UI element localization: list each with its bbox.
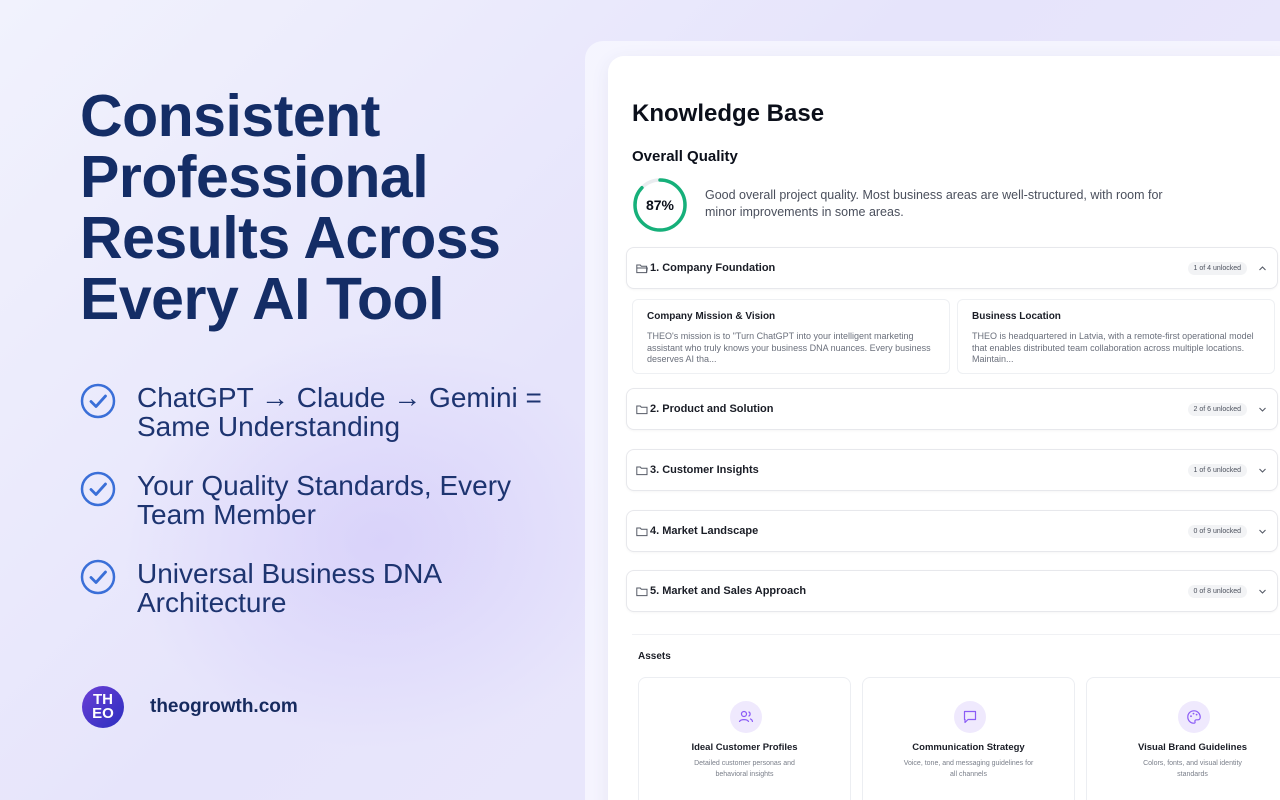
folder-icon [636,527,648,537]
hero-title: Consistent Professional Results Across E… [80,83,501,332]
section-title: 1. Company Foundation [650,262,776,274]
chevron-down-icon[interactable] [1258,405,1267,414]
asset-title: Visual Brand Guidelines [1137,742,1248,753]
section-title: 4. Market Landscape [650,525,759,537]
card-body: THEO is headquartered in Latvia, with a … [972,331,1254,364]
brand-logo: TH EO [82,686,124,728]
logo-line-2: EO [92,705,114,722]
chevron-up-icon[interactable] [1258,264,1267,273]
card-business-location[interactable]: Business Location THEO is headquartered … [957,299,1275,374]
feature-text: Your Quality Standards, Every Team Membe… [137,470,512,530]
check-circle-icon [80,471,116,507]
asset-visual-brand-guidelines[interactable]: Visual Brand Guidelines Colors, fonts, a… [1086,677,1280,800]
brand: TH EO theogrowth.com [82,686,298,728]
folder-open-icon [636,264,648,274]
quality-description: Good overall project quality. Most busin… [705,188,1163,219]
unlock-badge: 0 of 9 unlocked [1187,525,1247,538]
unlock-badge: 1 of 4 unlocked [1187,262,1247,275]
unlock-badge: 1 of 6 unlocked [1187,464,1247,477]
page-title: Knowledge Base [632,100,825,127]
card-title: Business Location [972,311,1061,322]
asset-communication-strategy[interactable]: Communication Strategy Voice, tone, and … [862,677,1075,800]
knowledge-base-panel: Knowledge Base Overall Quality 87% Good … [608,56,1280,800]
section-market-landscape[interactable]: 4. Market Landscape 0 of 9 unlocked [626,510,1278,552]
assets-title: Assets [638,651,671,662]
folder-icon [636,587,648,597]
asset-title: Communication Strategy [912,742,1025,753]
asset-description: Colors, fonts, and visual identity stand… [1143,760,1242,778]
palette-icon [1187,710,1201,724]
section-product-solution[interactable]: 2. Product and Solution 2 of 6 unlocked [626,388,1278,430]
feature-list: ChatGPT → Claude → Gemini = Same Underst… [80,383,570,647]
asset-icon-bg [1178,701,1210,733]
chevron-down-icon[interactable] [1258,527,1267,536]
feature-item: Universal Business DNA Architecture [80,559,570,617]
feature-text: Universal Business DNA Architecture [137,558,441,618]
section-company-foundation[interactable]: 1. Company Foundation 1 of 4 unlocked [626,247,1278,289]
card-body: THEO's mission is to "Turn ChatGPT into … [647,331,931,364]
chevron-down-icon[interactable] [1258,587,1267,596]
feature-item: Your Quality Standards, Every Team Membe… [80,471,570,529]
section-title: 5. Market and Sales Approach [650,585,807,597]
quality-percent: 87% [645,197,675,213]
unlock-badge: 2 of 6 unlocked [1187,403,1247,416]
section-title: 3. Customer Insights [650,464,759,476]
section-customer-insights[interactable]: 3. Customer Insights 1 of 6 unlocked [626,449,1278,491]
section-market-sales[interactable]: 5. Market and Sales Approach 0 of 8 unlo… [626,570,1278,612]
asset-description: Voice, tone, and messaging guidelines fo… [903,760,1034,778]
check-circle-icon [80,559,116,595]
overall-quality-title: Overall Quality [632,148,738,165]
chevron-down-icon[interactable] [1258,466,1267,475]
asset-icon-bg [730,701,762,733]
feature-text: ChatGPT → Claude → Gemini = Same Underst… [137,382,542,442]
asset-title: Ideal Customer Profiles [691,742,798,753]
folder-icon [636,466,648,476]
card-title: Company Mission & Vision [647,311,776,322]
brand-url[interactable]: theogrowth.com [150,696,298,718]
section-title: 2. Product and Solution [650,403,774,415]
unlock-badge: 0 of 8 unlocked [1187,585,1247,598]
asset-description: Detailed customer personas and behaviora… [694,760,795,778]
folder-icon [636,405,648,415]
users-icon [738,710,754,723]
card-company-mission[interactable]: Company Mission & Vision THEO's mission … [632,299,950,374]
feature-item: ChatGPT → Claude → Gemini = Same Underst… [80,383,570,441]
assets-divider [632,634,1280,635]
asset-icon-bg [954,701,986,733]
chat-icon [963,710,977,724]
check-circle-icon [80,383,116,419]
asset-ideal-customer-profiles[interactable]: Ideal Customer Profiles Detailed custome… [638,677,851,800]
